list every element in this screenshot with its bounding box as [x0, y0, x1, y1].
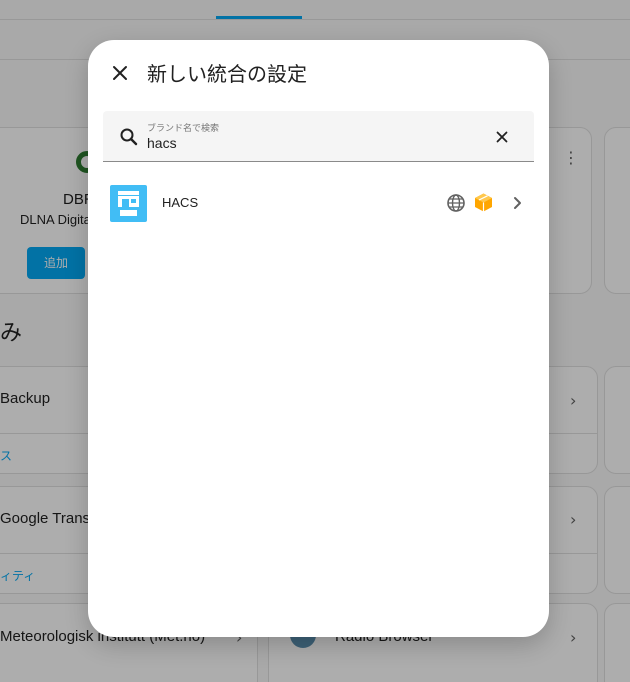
globe-icon: [447, 194, 465, 212]
close-button[interactable]: [108, 61, 132, 85]
brand-search-field[interactable]: ブランド名で検索: [103, 111, 534, 162]
hacs-logo-icon: [110, 185, 147, 222]
cube-icon: [475, 193, 492, 212]
add-integration-dialog: 新しい統合の設定 ブランド名で検索 HACS: [88, 40, 549, 637]
integration-result-row[interactable]: HACS: [88, 176, 549, 230]
search-input[interactable]: [147, 134, 477, 152]
search-label: ブランド名で検索: [147, 124, 220, 134]
clear-search-button[interactable]: [492, 127, 512, 147]
dialog-title: 新しい統合の設定: [147, 62, 307, 86]
search-icon: [120, 128, 138, 146]
close-icon: [113, 66, 127, 80]
integration-name: HACS: [162, 195, 199, 210]
chevron-right-icon: [514, 197, 521, 209]
close-icon: [496, 131, 508, 143]
